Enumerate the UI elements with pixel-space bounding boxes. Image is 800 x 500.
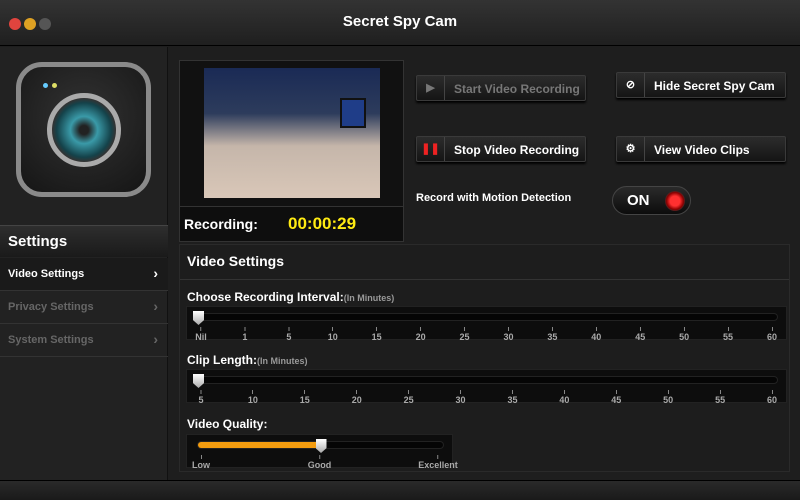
toggle-state: ON — [627, 192, 650, 209]
tick-label: 25 — [460, 327, 470, 342]
tick-label: 55 — [715, 390, 725, 405]
tick-label: 30 — [503, 327, 513, 342]
tick-label: Nil — [195, 327, 207, 342]
tick-label: Low — [192, 455, 210, 470]
tick-label: 35 — [507, 390, 517, 405]
bottom-bar — [0, 480, 800, 500]
tick-label: 1 — [242, 327, 247, 342]
recording-timer: 00:00:29 — [288, 214, 357, 233]
video-settings-panel: Video Settings Choose Recording Interval… — [179, 244, 790, 472]
clip-length-label: Clip Length:(In Minutes) — [187, 353, 308, 367]
camera-logo-icon — [16, 62, 151, 197]
motion-detection-toggle[interactable]: ON — [612, 186, 691, 215]
tick-label: 20 — [352, 390, 362, 405]
stop-recording-button[interactable]: ❚❚ Stop Video Recording — [416, 136, 586, 162]
tick-label: 15 — [372, 327, 382, 342]
chevron-right-icon: › — [153, 298, 158, 314]
tick-label: 45 — [611, 390, 621, 405]
chevron-right-icon: › — [153, 265, 158, 281]
start-recording-button[interactable]: ▶ Start Video Recording — [416, 75, 586, 101]
slider-thumb[interactable] — [193, 374, 204, 388]
slider-thumb[interactable] — [193, 311, 204, 325]
button-label: Stop Video Recording — [454, 143, 580, 157]
button-label: Start Video Recording — [454, 82, 580, 96]
tick-label: 5 — [198, 390, 203, 405]
sidebar-item-privacy-settings[interactable]: Privacy Settings › — [0, 291, 168, 324]
tick-label: 45 — [635, 327, 645, 342]
record-led-icon — [665, 191, 685, 211]
recording-status: Recording: 00:00:29 — [180, 206, 403, 241]
film-reel-search-icon: ⚙ — [617, 137, 645, 161]
sidebar-item-label: Video Settings — [8, 268, 85, 280]
tick-label: 15 — [300, 390, 310, 405]
tick-label: 60 — [767, 390, 777, 405]
slider-thumb[interactable] — [315, 439, 327, 453]
sidebar-item-system-settings[interactable]: System Settings › — [0, 324, 168, 357]
sidebar: Settings Video Settings › Privacy Setting… — [0, 47, 168, 480]
sidebar-item-label: System Settings — [8, 334, 94, 346]
tick-label: 20 — [416, 327, 426, 342]
tick-label: 35 — [547, 327, 557, 342]
clip-length-slider[interactable]: 5 10 15 20 25 30 35 40 45 50 55 60 — [186, 369, 787, 405]
sidebar-item-label: Privacy Settings — [8, 301, 94, 313]
tick-label: Good — [308, 455, 332, 470]
tick-label: 10 — [248, 390, 258, 405]
video-quality-label: Video Quality: — [187, 417, 268, 431]
view-clips-button[interactable]: ⚙ View Video Clips — [616, 136, 786, 162]
interval-label: Choose Recording Interval:(In Minutes) — [187, 290, 395, 304]
tick-label: Excellent — [418, 455, 458, 470]
slider-fill — [198, 442, 321, 448]
video-quality-slider[interactable]: Low Good Excellent — [186, 434, 458, 470]
panel-title: Video Settings — [180, 245, 789, 280]
button-label: View Video Clips — [654, 143, 750, 157]
video-preview: Recording: 00:00:29 — [179, 60, 404, 242]
tick-label: 60 — [767, 327, 777, 342]
window-title: Secret Spy Cam — [342, 13, 458, 30]
pause-icon: ❚❚ — [417, 137, 445, 161]
recording-interval-slider[interactable]: Nil 1 5 10 15 20 25 30 35 40 45 50 55 60 — [186, 306, 787, 342]
settings-header: Settings — [0, 225, 168, 257]
prohibited-icon: ⊘ — [617, 73, 645, 97]
hide-app-button[interactable]: ⊘ Hide Secret Spy Cam — [616, 72, 786, 98]
camera-feed-image — [204, 68, 380, 198]
chevron-right-icon: › — [153, 331, 158, 347]
button-label: Hide Secret Spy Cam — [654, 79, 775, 93]
tick-label: 10 — [328, 327, 338, 342]
tick-label: 50 — [663, 390, 673, 405]
sidebar-item-video-settings[interactable]: Video Settings › — [0, 258, 168, 291]
tick-label: 25 — [404, 390, 414, 405]
tick-label: 40 — [559, 390, 569, 405]
tick-label: 40 — [591, 327, 601, 342]
tick-label: 30 — [456, 390, 466, 405]
tick-label: 50 — [679, 327, 689, 342]
tick-label: 5 — [286, 327, 291, 342]
play-icon: ▶ — [417, 76, 445, 100]
tick-label: 55 — [723, 327, 733, 342]
title-bar: Secret Spy Cam — [0, 0, 800, 46]
motion-detection-label: Record with Motion Detection — [416, 192, 572, 204]
recording-label: Recording: — [184, 216, 258, 232]
